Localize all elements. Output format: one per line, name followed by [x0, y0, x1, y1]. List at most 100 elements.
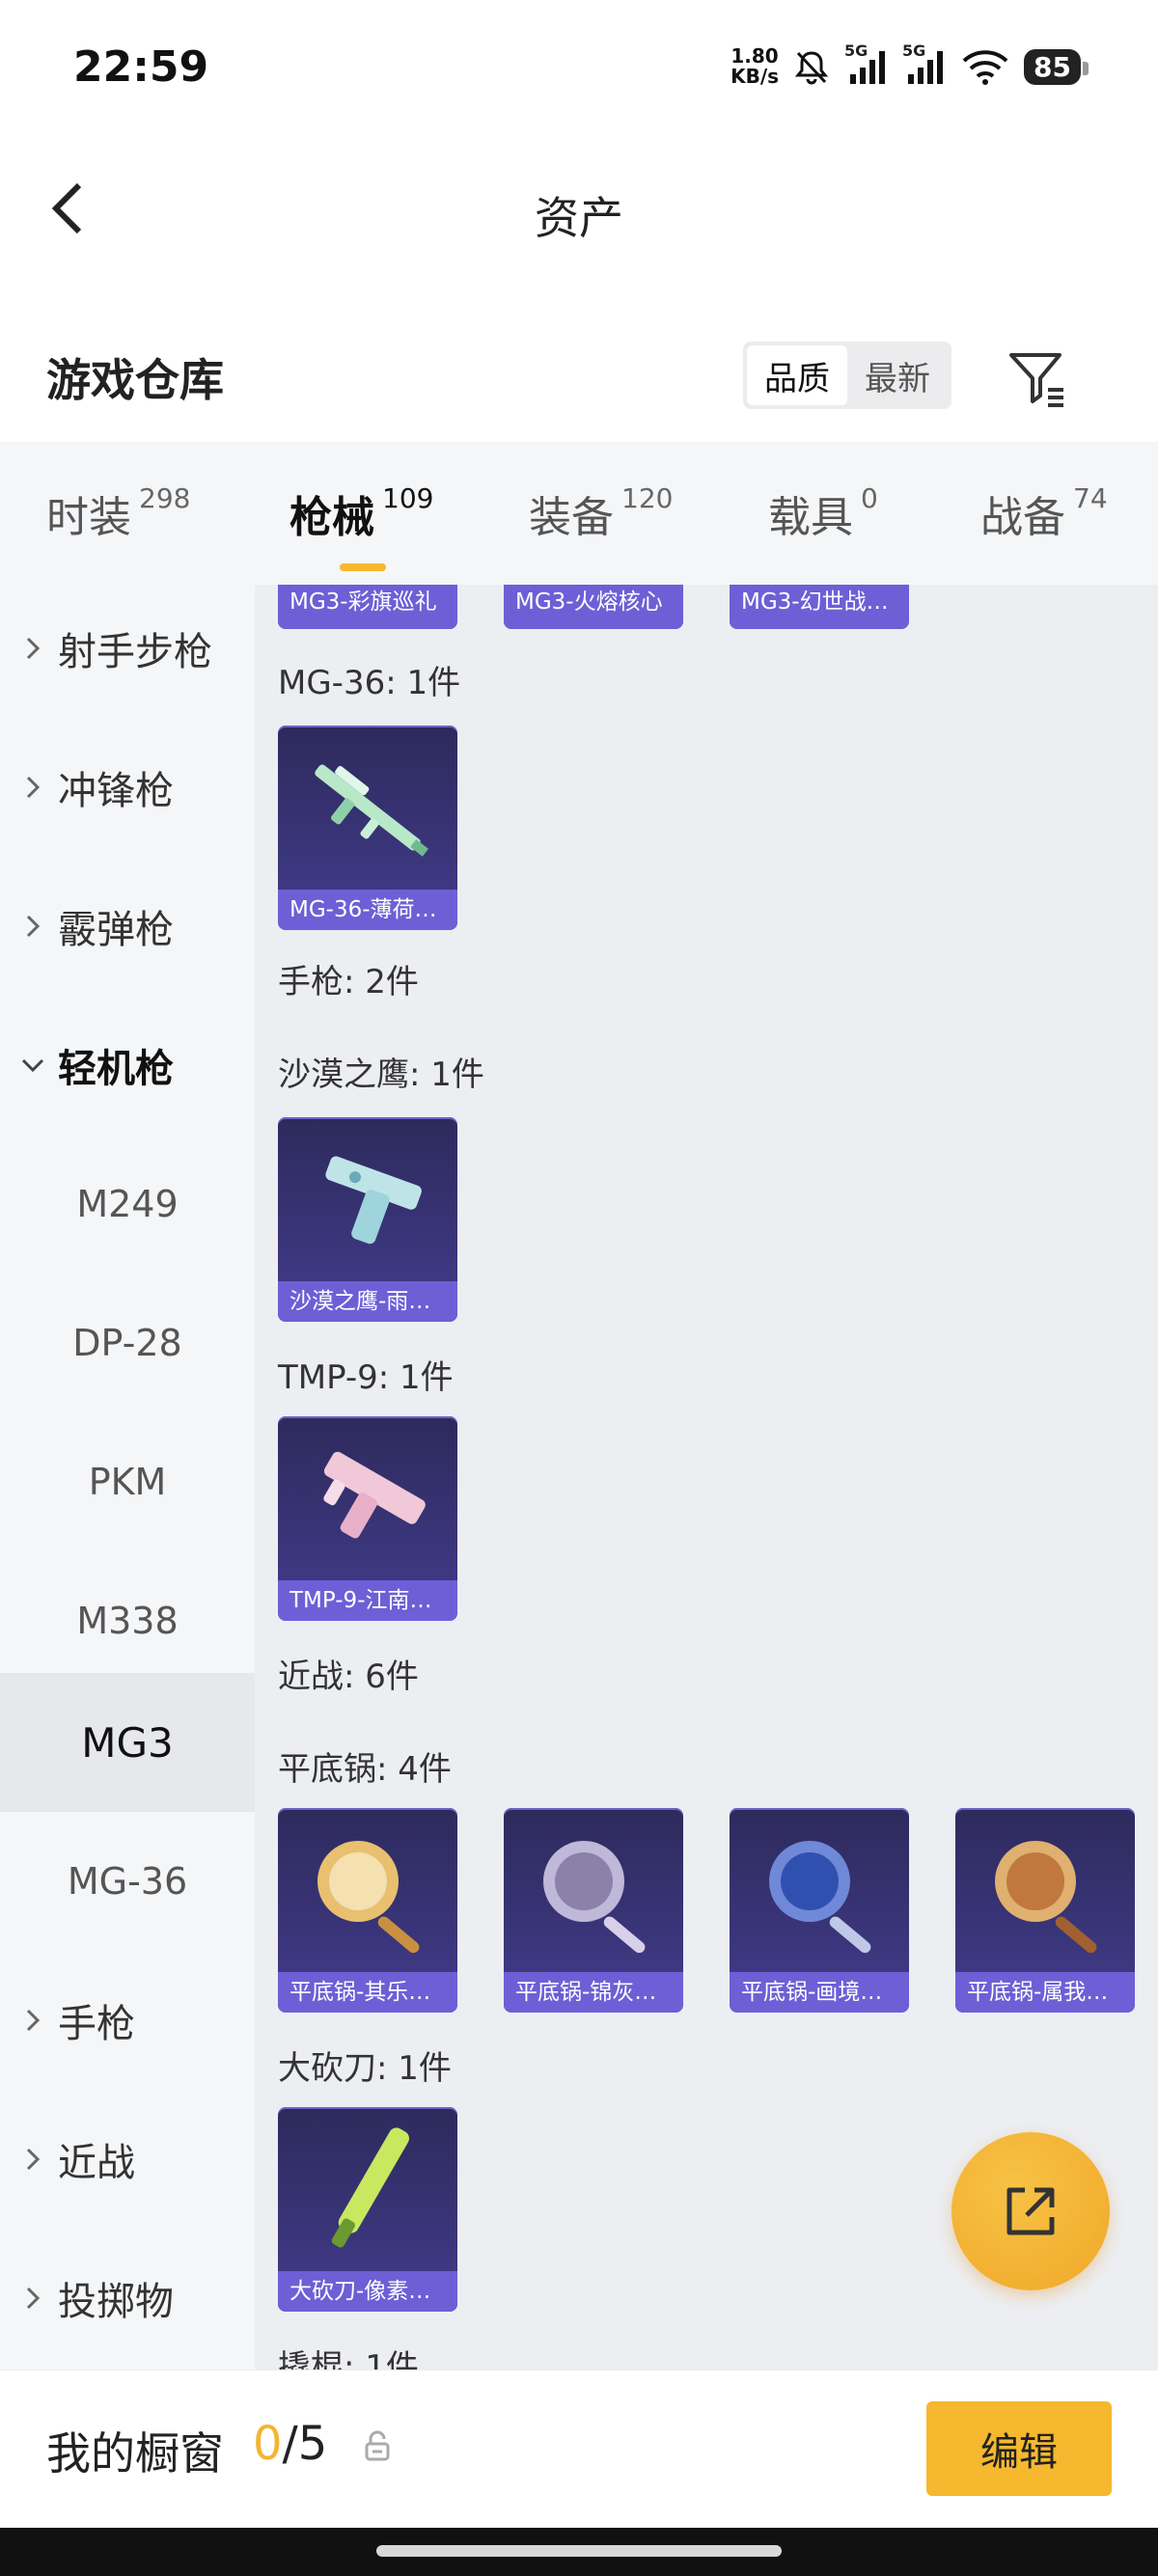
tab-vehicles[interactable]: 载具 0: [768, 482, 980, 544]
tab-count: 298: [139, 482, 191, 514]
skin-card-name: 平底锅-锦灰…: [504, 1972, 683, 2013]
sidebar-item-shotgun[interactable]: 霰弹枪: [0, 857, 255, 996]
skin-card[interactable]: 平底锅-锦灰…: [504, 1808, 683, 2013]
status-time: 22:59: [73, 42, 209, 92]
sidebar-item-mg36[interactable]: MG-36: [0, 1812, 255, 1951]
tab-fashion[interactable]: 时装 298: [46, 482, 290, 544]
share-external-icon: [1006, 2187, 1055, 2235]
skin-card[interactable]: TMP-9-江南…: [278, 1416, 457, 1621]
machete-icon: [331, 2127, 409, 2248]
tab-label: 战备: [980, 493, 1065, 542]
skin-card-name: TMP-9-江南…: [278, 1580, 457, 1621]
sidebar-item-pistol[interactable]: 手枪: [0, 1951, 255, 2090]
chevron-right-icon: [26, 915, 41, 938]
skin-card[interactable]: 平底锅-画境…: [730, 1808, 909, 2013]
signal-2: 5G: [902, 41, 947, 86]
filter-icon: [1009, 353, 1063, 407]
active-tab-indicator: [340, 563, 386, 571]
skin-card-name: 平底锅-其乐…: [278, 1972, 457, 2013]
showcase-bar: 我的橱窗 0/5 编辑: [0, 2370, 1158, 2528]
skin-card-name: MG3-彩旗巡礼: [278, 585, 457, 629]
battery-indicator: 85: [1024, 48, 1089, 85]
showcase-label: 我的橱窗: [46, 2427, 224, 2480]
sidebar-item-label: 霰弹枪: [58, 908, 174, 952]
skin-card[interactable]: 沙漠之鹰-雨…: [278, 1117, 457, 1322]
sort-newest-option[interactable]: 最新: [847, 345, 948, 405]
network-speed: 1.80 KB/s: [731, 46, 779, 87]
frying-pan-icon: [995, 1841, 1097, 1954]
sidebar-item-marksman-rifle[interactable]: 射手步枪: [0, 585, 255, 718]
skin-card-name: 平底锅-画境…: [730, 1972, 909, 2013]
chevron-right-icon: [26, 2148, 41, 2171]
tab-supplies[interactable]: 战备 74: [980, 482, 1135, 544]
mute-bell-icon: [794, 51, 829, 85]
chevron-right-icon: [26, 2287, 41, 2310]
skin-card[interactable]: MG3-幻世战…: [730, 585, 909, 629]
tab-count: 120: [621, 482, 674, 514]
sidebar-item-label: 手枪: [58, 2002, 135, 2046]
showcase-total: 5: [297, 2417, 328, 2471]
category-tabs: 时装 298 枪械 109 装备 120 载具 0 战备 74: [0, 442, 1158, 585]
section-header: 游戏仓库 品质 最新: [0, 328, 1158, 425]
tab-count: 0: [861, 482, 878, 514]
skin-card[interactable]: MG-36-薄荷…: [278, 726, 457, 930]
sidebar-item-label: 投掷物: [58, 2280, 174, 2324]
signal-bars-icon: [908, 51, 944, 84]
frying-pan-icon: [543, 1841, 646, 1954]
page-title: 资产: [535, 192, 623, 244]
chevron-right-icon: [26, 637, 41, 660]
group-label: MG-36: 1件: [278, 664, 461, 702]
edit-button[interactable]: 编辑: [926, 2401, 1112, 2496]
share-button[interactable]: [951, 2132, 1110, 2290]
item-grid: MG3-彩旗巡礼 MG3-火熔核心 MG3-幻世战… MG-36: 1件 MG-…: [255, 585, 1158, 2370]
sidebar-item-m338[interactable]: M338: [0, 1551, 255, 1690]
skin-card[interactable]: 平底锅-其乐…: [278, 1808, 457, 2013]
sidebar-item-melee[interactable]: 近战: [0, 2090, 255, 2229]
sidebar-item-label: 冲锋枪: [58, 769, 174, 813]
sidebar-item-pkm[interactable]: PKM: [0, 1412, 255, 1551]
net-speed-value: 1.80: [731, 44, 779, 68]
tab-label: 装备: [529, 493, 614, 542]
skin-card[interactable]: MG3-火熔核心: [504, 585, 683, 629]
status-icons: 1.80 KB/s 5G 5G 85: [731, 41, 1089, 91]
showcase-count: 0/5: [253, 2417, 327, 2471]
group-label: 平底锅: 4件: [278, 1750, 452, 1789]
group-label: 手枪: 2件: [278, 963, 419, 1001]
sidebar-item-label: 轻机枪: [58, 1047, 174, 1091]
showcase-separator: /: [282, 2417, 298, 2471]
chevron-right-icon: [26, 776, 41, 799]
filter-button[interactable]: [1004, 343, 1071, 411]
nav-bar: 资产: [0, 164, 1158, 251]
showcase-used: 0: [253, 2417, 283, 2471]
wifi-icon: [962, 50, 1008, 85]
sidebar-item-label: 射手步枪: [58, 630, 212, 674]
rifle-icon: [315, 764, 428, 857]
gesture-bar: [0, 2528, 1158, 2576]
chevron-right-icon: [26, 2009, 41, 2032]
sidebar-item-m249[interactable]: M249: [0, 1135, 255, 1274]
skin-card[interactable]: 平底锅-属我…: [955, 1808, 1135, 2013]
home-indicator[interactable]: [376, 2545, 782, 2557]
frying-pan-icon: [317, 1841, 420, 1954]
sidebar-item-lmg[interactable]: 轻机枪: [0, 996, 255, 1135]
lock-icon: [365, 2430, 390, 2461]
chevron-down-icon: [21, 1058, 44, 1073]
sidebar-item-throwable[interactable]: 投掷物: [0, 2229, 255, 2368]
weapon-type-sidebar: 射手步枪 冲锋枪 霰弹枪 轻机枪 M249 DP-28 PKM M338 MG3…: [0, 585, 255, 2370]
tab-guns[interactable]: 枪械 109: [290, 482, 529, 571]
tab-equipment[interactable]: 装备 120: [529, 482, 768, 544]
signal-1: 5G: [844, 41, 889, 86]
skin-card[interactable]: MG3-彩旗巡礼: [278, 585, 457, 629]
sidebar-item-smg[interactable]: 冲锋枪: [0, 718, 255, 857]
sidebar-item-dp28[interactable]: DP-28: [0, 1274, 255, 1412]
smg-icon: [323, 1451, 426, 1539]
sidebar-item-mg3[interactable]: MG3: [0, 1673, 255, 1812]
group-label: 撬棍: 1件: [278, 2348, 419, 2370]
status-bar: 22:59 1.80 KB/s 5G 5G 85: [0, 0, 1158, 135]
group-label: TMP-9: 1件: [278, 1358, 454, 1397]
section-title: 游戏仓库: [46, 354, 224, 406]
skin-card[interactable]: 大砍刀-像素…: [278, 2107, 457, 2312]
skin-card-name: 平底锅-属我…: [955, 1972, 1135, 2013]
sort-quality-option[interactable]: 品质: [747, 345, 847, 405]
group-label: 近战: 6件: [278, 1658, 419, 1696]
